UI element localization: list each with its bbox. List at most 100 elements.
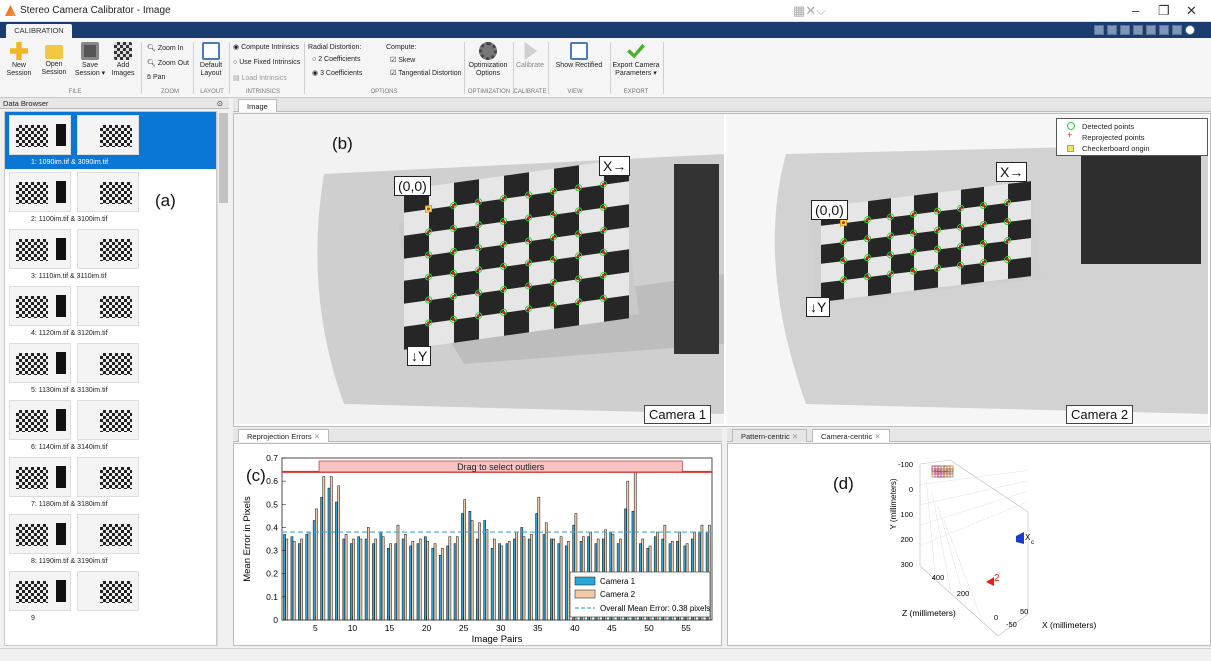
optimization-options-button[interactable]: Optimization Options [465,42,511,78]
tab-reprojection-errors[interactable]: Reprojection Errors ✕ [238,429,329,442]
camera1-bar[interactable] [468,510,472,621]
tab-camera-centric[interactable]: Camera-centric ✕ [812,429,890,442]
export-camera-parameters-button[interactable]: Export Camera Parameters ▾ [611,42,661,78]
tab-calibration[interactable]: CALIBRATION [6,24,72,38]
camera1-bar[interactable] [290,536,294,621]
camera1-bar[interactable] [564,545,568,621]
show-rectified-button[interactable]: Show Rectified [551,42,607,70]
zoom-in-button[interactable]: 🔍︎ Zoom In [147,44,184,52]
camera2-bar[interactable] [478,522,481,621]
camera1-bar[interactable] [349,543,353,621]
camera2-bar[interactable] [307,531,311,621]
camera2-bar[interactable] [322,476,326,621]
skew-checkbox[interactable]: ☑ Skew [390,56,415,64]
close-tab-icon[interactable]: ✕ [874,432,880,441]
camera1-bar[interactable] [461,513,464,621]
camera1-bar[interactable] [542,534,546,621]
pan-button[interactable]: ✋︎ Pan [147,74,165,82]
camera2-bar[interactable] [411,541,415,621]
camera1-bar[interactable] [335,501,338,621]
camera2-bar[interactable] [404,534,407,621]
new-session-button[interactable]: New Session [4,42,34,78]
data-browser-item[interactable]: 9 [5,568,216,625]
camera1-bar[interactable] [387,548,390,621]
camera2-bar[interactable] [285,538,289,621]
quick-access-icon[interactable] [1094,25,1104,35]
camera2-bar[interactable] [352,538,355,621]
camera1-bar[interactable] [357,536,360,621]
camera2-bar[interactable] [507,541,511,621]
data-browser-item[interactable]: 2: 1100im.tif & 3100im.tif [5,169,216,226]
camera2-bar[interactable] [389,543,392,621]
camera1-bar[interactable] [505,543,509,621]
camera2-bar[interactable] [567,541,570,621]
tab-image[interactable]: Image [238,99,277,112]
add-images-button[interactable]: Add Images [108,42,138,78]
camera2-bar[interactable] [448,536,452,621]
camera2-bar[interactable] [367,527,370,621]
scrollbar-thumb[interactable] [219,113,228,203]
save-session-button[interactable]: Save Session ▾ [73,42,107,78]
camera2-bar[interactable] [552,538,555,621]
quick-access-icon[interactable] [1172,25,1182,35]
camera2-bar[interactable] [433,543,437,621]
camera1-bar[interactable] [535,513,538,621]
close-button[interactable]: ✕ [1186,3,1197,19]
camera1-bar[interactable] [364,538,368,621]
tab-pattern-centric[interactable]: Pattern-centric ✕ [732,429,808,442]
camera1-bar[interactable] [513,538,516,621]
data-browser-item[interactable]: 4: 1120im.tif & 3120im.tif [5,283,216,340]
camera1-bar[interactable] [416,543,420,621]
restore-button[interactable]: ❐ [1158,3,1170,19]
data-browser-item[interactable]: 1: 1090im.tif & 3090im.tif [5,112,216,169]
camera2-bar[interactable] [396,524,400,621]
camera2-bar[interactable] [485,529,489,621]
quick-access-icon[interactable] [1107,25,1117,35]
camera2-bar[interactable] [500,545,504,621]
layout-grid-icon[interactable]: ▦✕⌵ [793,3,826,19]
camera1-bar[interactable] [305,534,309,621]
camera1-bar[interactable] [453,543,457,621]
use-fixed-intrinsics-radio[interactable]: ○ Use Fixed Intrinsics [233,59,300,66]
open-session-button[interactable]: Open Session [38,42,70,77]
camera1-bar[interactable] [312,520,316,621]
camera1-bar[interactable] [520,527,524,621]
camera1-bar[interactable] [342,538,346,621]
tangential-distortion-checkbox[interactable]: ☑ Tangential Distortion [390,69,462,77]
camera2-bar[interactable] [493,538,496,621]
camera2-bar[interactable] [522,536,526,621]
camera2-bar[interactable] [455,536,459,621]
data-browser-scrollbar[interactable] [217,111,229,646]
camera1-bar[interactable] [527,538,531,621]
quick-access-icon[interactable] [1133,25,1143,35]
camera2-bar[interactable] [530,534,533,621]
data-browser-item[interactable]: 3: 1110im.tif & 3110im.tif [5,226,216,283]
quick-access-icon[interactable] [1120,25,1130,35]
data-browser-item[interactable]: 6: 1140im.tif & 3140im.tif [5,397,216,454]
camera1-bar[interactable] [298,543,301,621]
camera2-bar[interactable] [441,548,444,621]
camera1-bar[interactable] [438,554,442,621]
quick-access-icon[interactable] [1159,25,1169,35]
zoom-out-button[interactable]: 🔍︎ Zoom Out [147,59,189,67]
camera2-bar[interactable] [315,508,318,621]
data-browser-list[interactable]: 1: 1090im.tif & 3090im.tif 2: 1100im.tif … [4,111,217,646]
camera2-bar[interactable] [544,522,548,621]
camera1-bar[interactable] [379,531,383,621]
close-tab-icon[interactable]: ✕ [792,432,798,441]
camera1-bar[interactable] [409,545,412,621]
camera1-bar[interactable] [498,543,501,621]
camera1-bar[interactable] [446,545,449,621]
camera1-bar[interactable] [401,538,405,621]
collapse-icon[interactable]: ⊙ [217,98,223,109]
camera2-bar[interactable] [300,538,303,621]
camera1-bar[interactable] [327,487,331,621]
camera2-bar[interactable] [426,541,429,621]
camera2-bar[interactable] [329,476,333,621]
camera2-bar[interactable] [537,497,541,621]
compute-intrinsics-radio[interactable]: ◉ Compute Intrinsics [233,43,299,51]
close-tab-icon[interactable]: ✕ [314,432,320,441]
camera1-bar[interactable] [320,497,323,621]
camera1-bar[interactable] [475,538,479,621]
camera1-bar[interactable] [483,520,487,621]
